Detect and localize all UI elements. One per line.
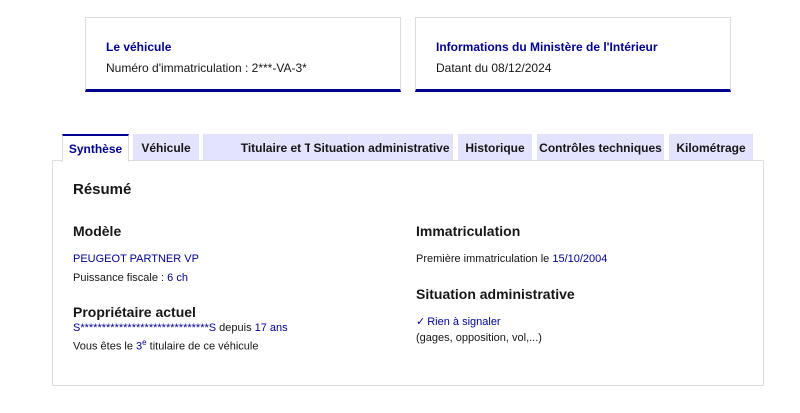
ministry-card-title: Informations du Ministère de l'Intérieur — [436, 40, 658, 54]
vehicle-card: Le véhicule Numéro d'immatriculation : 2… — [85, 17, 401, 92]
owner-rank-rest: titulaire de ce véhicule — [146, 340, 259, 353]
model-heading: Modèle — [73, 223, 122, 239]
tab-historique[interactable]: Historique — [458, 134, 532, 161]
admin-details: (gages, opposition, vol,...) — [416, 332, 542, 344]
model-name: PEUGEOT PARTNER VP — [73, 253, 199, 265]
first-registration-date: 15/10/2004 — [552, 253, 608, 265]
owner-name: S******************************S — [73, 322, 217, 334]
tab-controles-techniques[interactable]: Contrôles techniques — [537, 134, 664, 161]
plate-label: Numéro d'immatriculation : — [106, 61, 252, 75]
admin-status-text: Rien à signaler — [427, 316, 501, 328]
tab-vehicule[interactable]: Véhicule — [133, 134, 199, 161]
tab-synthese[interactable]: Synthèse — [62, 134, 129, 162]
fiscal-power-value: 6 ch — [167, 272, 188, 284]
owner-since-value: 17 ans — [254, 322, 288, 334]
owner-line: S******************************S depuis … — [73, 322, 288, 334]
plate-value: 2***-VA-3* — [251, 61, 307, 75]
ministry-card: Informations du Ministère de l'Intérieur… — [415, 17, 731, 92]
tab-situation-administrative[interactable]: Situation administrative — [310, 134, 453, 161]
first-registration: Première immatriculation le 15/10/2004 — [416, 253, 607, 265]
admin-heading: Situation administrative — [416, 286, 575, 302]
owner-rank: Vous êtes le 3e titulaire de ce véhicule — [73, 338, 258, 353]
check-icon: ✓ — [416, 316, 426, 328]
fiscal-power-label: Puissance fiscale : — [73, 272, 168, 284]
summary-title: Résumé — [73, 181, 132, 198]
owner-since-label: depuis — [216, 322, 255, 334]
synthese-panel: Résumé Modèle PEUGEOT PARTNER VP Puissan… — [52, 160, 764, 386]
vehicle-card-title: Le véhicule — [106, 40, 172, 54]
tab-kilometrage[interactable]: Kilométrage — [669, 134, 753, 161]
admin-status: ✓ Rien à signaler — [416, 315, 501, 328]
fiscal-power: Puissance fiscale : 6 ch — [73, 272, 188, 284]
ministry-date: Datant du 08/12/2024 — [436, 61, 552, 75]
registration-heading: Immatriculation — [416, 223, 521, 239]
owner-heading: Propriétaire actuel — [73, 304, 196, 320]
first-registration-label: Première immatriculation le — [416, 253, 553, 265]
plate-number: Numéro d'immatriculation : 2***-VA-3* — [106, 61, 307, 75]
owner-rank-prefix: Vous êtes le — [73, 340, 136, 353]
